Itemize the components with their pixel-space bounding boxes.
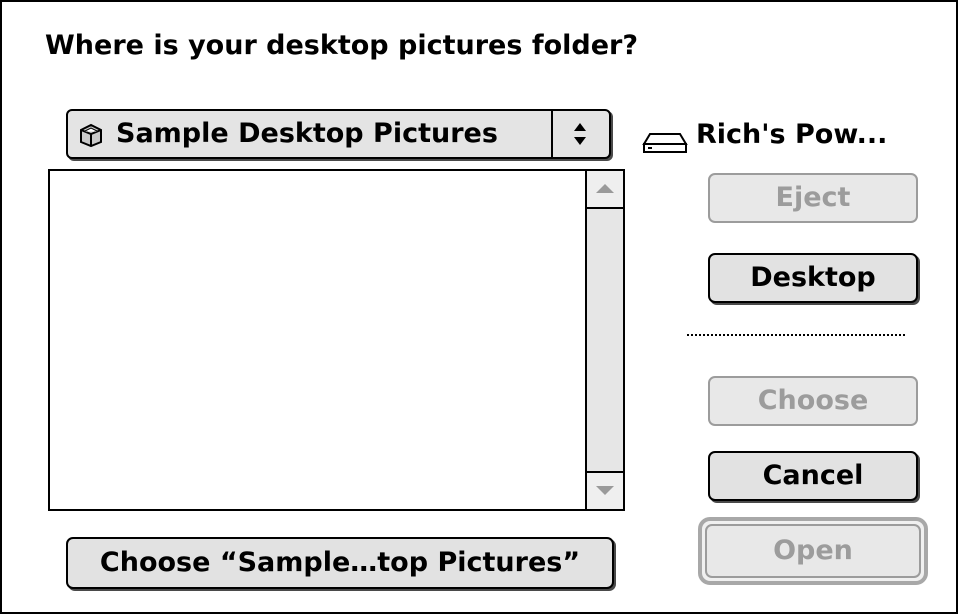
open-button[interactable]: Open (705, 524, 921, 578)
cancel-button[interactable]: Cancel (708, 451, 918, 501)
location-popup-menu[interactable]: Sample Desktop Pictures (66, 109, 611, 159)
file-list[interactable] (48, 169, 625, 511)
arrow-up-icon (596, 184, 614, 193)
volume-name: Rich's Pow... (696, 119, 888, 150)
scroll-down-button[interactable] (587, 471, 623, 509)
choose-folder-dialog: Where is your desktop pictures folder? S… (0, 0, 958, 614)
eject-button[interactable]: Eject (708, 173, 918, 223)
folder-icon (80, 123, 102, 148)
desktop-button[interactable]: Desktop (708, 253, 918, 303)
choose-folder-button[interactable]: Choose “Sample…top Pictures” (66, 537, 614, 589)
file-list-scrollbar[interactable] (585, 171, 623, 509)
scroll-up-button[interactable] (587, 171, 623, 209)
location-popup-label: Sample Desktop Pictures (116, 118, 498, 149)
popup-arrows-icon (551, 111, 609, 157)
button-divider (687, 334, 905, 336)
arrow-down-icon (596, 486, 614, 495)
hard-disk-icon (642, 133, 688, 153)
dialog-prompt: Where is your desktop pictures folder? (45, 30, 638, 61)
choose-button[interactable]: Choose (708, 376, 918, 426)
